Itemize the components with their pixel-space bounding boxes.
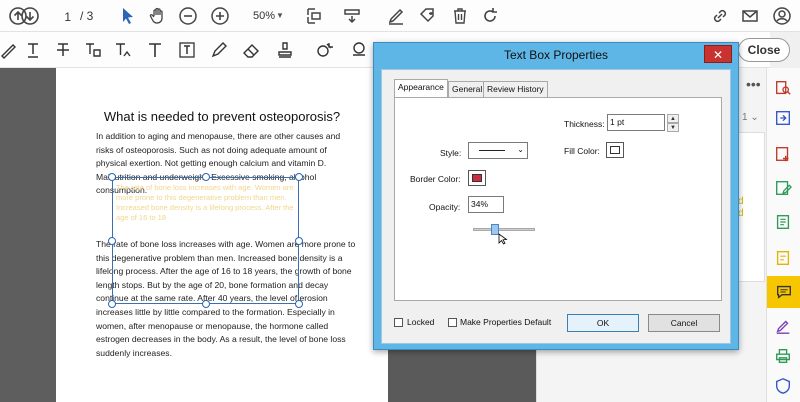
replace-text-icon[interactable] xyxy=(80,38,106,62)
export-pdf-icon[interactable] xyxy=(769,104,797,132)
thickness-label: Thickness: xyxy=(564,119,605,129)
shapes-icon[interactable] xyxy=(346,38,372,62)
rotate-icon[interactable] xyxy=(478,4,502,28)
dialog-title: Text Box Properties xyxy=(503,48,609,62)
account-icon[interactable] xyxy=(770,4,794,28)
pen-icon[interactable] xyxy=(0,38,22,62)
resize-handle[interactable] xyxy=(295,173,303,181)
page-total: / 3 xyxy=(80,9,94,23)
resize-handle[interactable] xyxy=(295,300,303,308)
chevron-up-icon[interactable]: ▲ xyxy=(667,114,679,123)
organize-pages-icon[interactable] xyxy=(769,208,797,236)
protect-icon[interactable] xyxy=(769,372,797,400)
dialog-body: Appearance General Review History Thickn… xyxy=(381,69,731,344)
border-color-preview xyxy=(472,174,482,182)
zoom-in-icon[interactable] xyxy=(208,4,232,28)
zoom-out-icon[interactable] xyxy=(176,4,200,28)
resize-handle[interactable] xyxy=(202,173,210,181)
chevron-down-icon[interactable]: ▼ xyxy=(667,123,679,132)
border-color-swatch[interactable] xyxy=(468,170,486,186)
page-number-input[interactable]: 1 xyxy=(52,6,76,26)
comment-icon[interactable] xyxy=(767,276,800,308)
edit-pdf-icon[interactable] xyxy=(769,174,797,202)
stamp-icon[interactable] xyxy=(416,4,440,28)
line-style-preview xyxy=(479,150,505,151)
border-color-label: Border Color: xyxy=(410,174,461,184)
sign-icon[interactable] xyxy=(384,4,408,28)
resize-handle[interactable] xyxy=(295,237,303,245)
cursor-icon[interactable] xyxy=(116,4,140,28)
search-icon[interactable] xyxy=(769,74,797,102)
chevron-down-icon[interactable]: ▼ xyxy=(276,6,284,26)
selected-text-box[interactable] xyxy=(112,177,299,304)
attach-icon[interactable] xyxy=(312,38,338,62)
tab-general[interactable]: General xyxy=(448,81,487,97)
fill-sign-icon[interactable] xyxy=(769,244,797,272)
text-box-icon[interactable] xyxy=(174,38,200,62)
opacity-slider[interactable] xyxy=(473,228,535,231)
create-pdf-icon[interactable] xyxy=(769,140,797,168)
main-toolbar: 1 / 3 50% ▼ xyxy=(0,0,800,32)
app-window: 1 / 3 50% ▼ Close ••• 1 ⌄ d d What is ne… xyxy=(0,0,800,402)
delete-icon[interactable] xyxy=(448,4,472,28)
fit-page-icon[interactable] xyxy=(302,4,326,28)
appearance-panel: Thickness: 1 pt ▲ ▼ Style: ⌄ Fill Color:… xyxy=(394,97,722,301)
insert-text-icon[interactable] xyxy=(110,38,136,62)
hand-icon[interactable] xyxy=(146,4,170,28)
tab-review-history[interactable]: Review History xyxy=(483,81,548,97)
resize-handle[interactable] xyxy=(202,300,210,308)
pencil-icon[interactable] xyxy=(206,38,232,62)
text-underline-icon[interactable] xyxy=(20,38,46,62)
tab-appearance[interactable]: Appearance xyxy=(394,79,448,97)
mail-icon[interactable] xyxy=(738,4,762,28)
mouse-cursor-icon xyxy=(498,232,508,245)
text-box-properties-dialog: Text Box Properties ✕ Appearance General… xyxy=(373,42,739,350)
opacity-input[interactable]: 34% xyxy=(468,196,504,213)
thickness-input[interactable]: 1 pt xyxy=(607,114,665,131)
make-default-label: Make Properties Default xyxy=(460,317,552,327)
resize-handle[interactable] xyxy=(108,300,116,308)
comment-filter[interactable]: 1 ⌄ xyxy=(742,112,759,123)
arrow-down-icon[interactable] xyxy=(18,4,42,28)
chevron-down-icon: ⌄ xyxy=(517,145,524,154)
resize-handle[interactable] xyxy=(108,173,116,181)
make-default-checkbox[interactable] xyxy=(448,318,457,327)
text-strikethrough-icon[interactable] xyxy=(50,38,76,62)
fill-color-swatch[interactable] xyxy=(606,142,624,158)
close-button[interactable]: Close xyxy=(738,38,790,62)
add-text-icon[interactable] xyxy=(142,38,168,62)
print-icon[interactable] xyxy=(769,342,797,370)
line-style-select[interactable]: ⌄ xyxy=(468,142,528,159)
left-margin xyxy=(0,68,56,402)
dialog-close-button[interactable]: ✕ xyxy=(704,45,732,63)
ok-button[interactable]: OK xyxy=(567,314,639,332)
eraser-icon[interactable] xyxy=(238,38,264,62)
style-label: Style: xyxy=(440,148,462,158)
resize-handle[interactable] xyxy=(108,237,116,245)
page-title: What is needed to prevent osteoporosis? xyxy=(103,109,341,124)
more-options-icon[interactable]: ••• xyxy=(746,76,761,92)
sign-pen-icon[interactable] xyxy=(769,312,797,340)
opacity-label: Opacity: xyxy=(429,202,461,212)
cancel-button[interactable]: Cancel xyxy=(648,314,720,332)
fill-color-preview xyxy=(610,146,620,154)
locked-checkbox[interactable] xyxy=(394,318,403,327)
locked-label: Locked xyxy=(407,317,435,327)
link-icon[interactable] xyxy=(708,4,732,28)
stamp-tool-icon[interactable] xyxy=(272,38,298,62)
fill-color-label: Fill Color: xyxy=(564,146,600,156)
scroll-icon[interactable] xyxy=(340,4,364,28)
